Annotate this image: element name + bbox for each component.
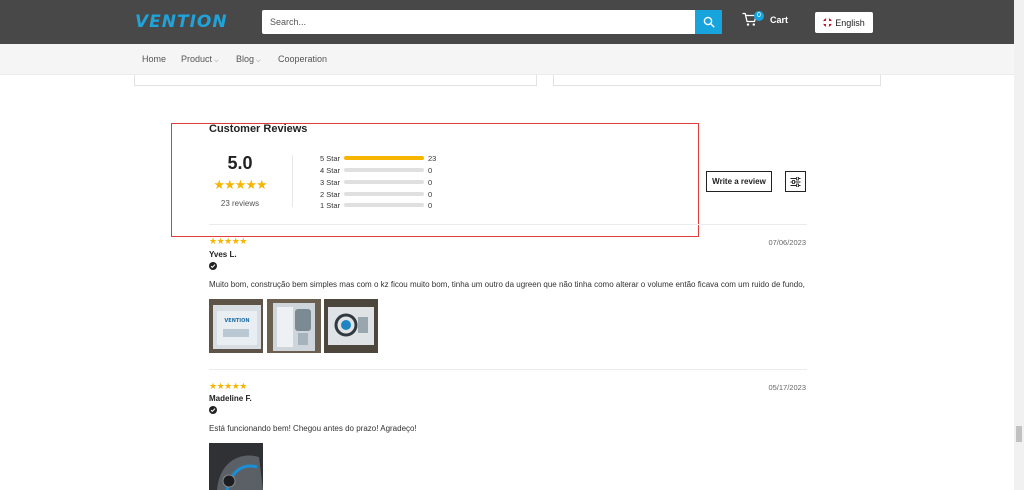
rating-bar [344, 203, 424, 207]
nav-item-home[interactable]: Home [142, 54, 166, 64]
rating-bar [344, 156, 424, 160]
chevron-down-icon: ⌵ [256, 58, 261, 64]
reviewer-name: Yves L. [209, 250, 237, 259]
review-divider [209, 224, 807, 225]
rating-label: 3 Star [320, 177, 341, 187]
nav-item-blog[interactable]: Blog ⌵ [236, 54, 261, 65]
nav-item-label: Product [181, 54, 213, 64]
rating-count: 0 [428, 165, 433, 175]
search-box [262, 10, 722, 34]
nav-item-label: Blog [236, 54, 255, 64]
review-stars-icon: ★★★★★ [209, 381, 247, 391]
svg-text:VENTION: VENTION [224, 318, 249, 324]
review-photo[interactable] [209, 443, 263, 490]
rating-count: 0 [428, 177, 433, 187]
rating-label: 2 Star [320, 189, 341, 199]
reviews-title: Customer Reviews [209, 123, 308, 135]
rating-label: 5 Star [320, 153, 341, 163]
rating-row-1[interactable]: 1 Star 0 [320, 200, 432, 210]
search-input[interactable] [262, 10, 695, 34]
content-box-left [134, 75, 537, 86]
review-stars-icon: ★★★★★ [209, 236, 247, 246]
chevron-down-icon: ⌵ [214, 58, 219, 64]
filter-sliders-icon [790, 176, 801, 187]
average-rating: 5.0 [227, 153, 253, 173]
nav-item-label: Home [142, 54, 167, 64]
rating-bar [344, 192, 424, 196]
top-header: VENTION 0 Cart English [0, 0, 1014, 44]
rating-label: 1 Star [320, 200, 341, 210]
rating-row-3[interactable]: 3 Star 0 [320, 177, 432, 187]
review-text: Muito bom, construção bem simples mas co… [209, 280, 807, 289]
scrollbar[interactable] [1014, 0, 1024, 490]
main-nav: Home Product ⌵ Blog ⌵ Cooperation [0, 44, 1014, 75]
rating-bar [344, 180, 424, 184]
cart-link[interactable]: 0 Cart [742, 11, 789, 27]
nav-item-product[interactable]: Product ⌵ [181, 54, 219, 65]
cart-count-badge: 0 [754, 11, 764, 21]
cart-label: Cart [770, 14, 789, 25]
average-stars-icon: ★★★★★ [213, 177, 267, 192]
review-divider [209, 369, 807, 370]
summary-divider [292, 155, 293, 207]
rating-bar-fill [344, 156, 424, 160]
review-photo[interactable] [267, 299, 321, 353]
uk-flag-icon [823, 18, 833, 27]
review-photo[interactable]: VENTION [209, 299, 263, 353]
reviewer-name: Madeline F. [209, 394, 252, 403]
rating-row-2[interactable]: 2 Star 0 [320, 189, 432, 199]
vention-logo[interactable]: VENTION [135, 12, 228, 32]
nav-item-label: Cooperation [278, 54, 328, 64]
language-label: English [835, 17, 865, 28]
rating-count: 23 [428, 153, 437, 163]
review-photo[interactable] [324, 299, 378, 353]
search-button[interactable] [695, 10, 722, 34]
write-review-button[interactable]: Write a review [706, 171, 772, 192]
search-icon [703, 16, 715, 28]
rating-label: 4 Star [320, 165, 341, 175]
language-selector[interactable]: English [815, 12, 873, 33]
review-text: Está funcionando bem! Chegou antes do pr… [209, 424, 417, 433]
scrollbar-thumb[interactable] [1016, 426, 1022, 442]
review-date: 07/06/2023 [768, 238, 806, 247]
content-box-right [553, 75, 881, 86]
rating-row-5[interactable]: 5 Star 23 [320, 153, 436, 163]
nav-item-cooperation[interactable]: Cooperation [278, 54, 327, 64]
filter-button[interactable] [785, 171, 806, 192]
verified-check-icon [209, 262, 217, 270]
rating-count: 0 [428, 189, 433, 199]
verified-check-icon [209, 406, 217, 414]
rating-bar [344, 168, 424, 172]
rating-count: 0 [428, 200, 433, 210]
review-date: 05/17/2023 [768, 383, 806, 392]
reviews-count: 23 reviews [220, 199, 260, 208]
rating-row-4[interactable]: 4 Star 0 [320, 165, 432, 175]
